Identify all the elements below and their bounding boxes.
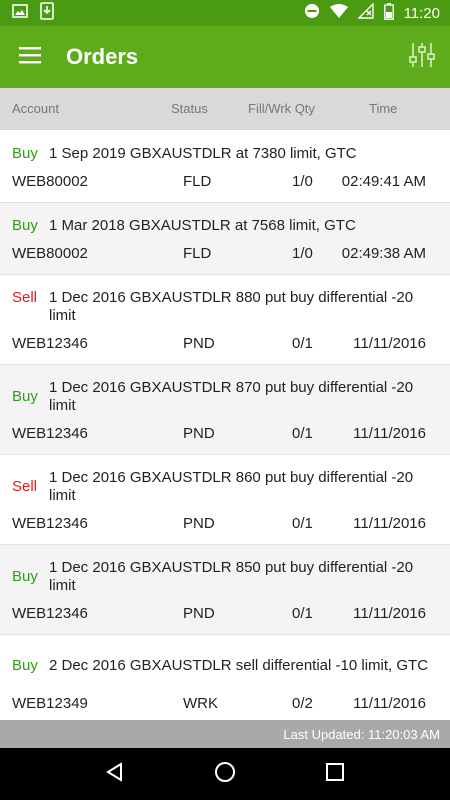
order-status: WRK (183, 695, 218, 712)
order-account: WEB80002 (12, 173, 88, 190)
menu-button[interactable] (0, 26, 60, 88)
order-description: 1 Sep 2019 GBXAUSTDLR at 7380 limit, GTC (49, 145, 357, 162)
system-nav-bar (0, 748, 450, 800)
home-icon (214, 761, 236, 788)
order-account: WEB12346 (12, 425, 88, 442)
order-row[interactable]: Sell 1 Dec 2016 GBXAUSTDLR 880 put buy d… (0, 275, 450, 365)
download-notification-icon (40, 1, 54, 25)
order-qty: 1/0 (292, 245, 313, 262)
order-qty: 0/1 (292, 425, 313, 442)
order-list: Buy 1 Sep 2019 GBXAUSTDLR at 7380 limit,… (0, 131, 450, 720)
order-time: 11/11/2016 (353, 335, 426, 352)
order-qty: 1/0 (292, 173, 313, 190)
image-notification-icon (12, 3, 28, 24)
order-time: 02:49:41 AM (341, 173, 426, 190)
home-button[interactable] (205, 754, 245, 794)
column-qty: Fill/Wrk Qty (248, 101, 315, 116)
recents-button[interactable] (315, 754, 355, 794)
order-row[interactable]: Buy 2 Dec 2016 GBXAUSTDLR sell different… (0, 635, 450, 720)
order-account: WEB12349 (12, 695, 88, 712)
order-description: 1 Dec 2016 GBXAUSTDLR 860 put buy differ… (49, 469, 414, 504)
page-title: Orders (66, 44, 139, 69)
order-account: WEB12346 (12, 335, 88, 352)
wifi-icon (329, 4, 348, 22)
order-side: Buy (12, 657, 38, 674)
order-row[interactable]: Buy 1 Sep 2019 GBXAUSTDLR at 7380 limit,… (0, 131, 450, 203)
order-qty: 0/1 (292, 605, 313, 622)
last-updated-text: Last Updated: 11:20:03 AM (283, 726, 440, 742)
column-header: Account Status Fill/Wrk Qty Time (0, 88, 450, 130)
recents-icon (326, 762, 344, 786)
app-bar: Orders (0, 26, 450, 88)
do-not-disturb-icon (304, 3, 320, 23)
last-updated-bar: Last Updated: 11:20:03 AM (0, 720, 450, 748)
order-status: PND (183, 425, 215, 442)
order-description: 1 Mar 2018 GBXAUSTDLR at 7568 limit, GTC (49, 217, 356, 234)
status-time: 11:20 (403, 4, 440, 22)
order-status: PND (183, 605, 215, 622)
order-time: 11/11/2016 (353, 515, 426, 532)
order-description: 1 Dec 2016 GBXAUSTDLR 870 put buy differ… (49, 379, 414, 414)
order-qty: 0/1 (292, 335, 313, 352)
order-status: FLD (183, 173, 212, 190)
order-row[interactable]: Sell 1 Dec 2016 GBXAUSTDLR 860 put buy d… (0, 455, 450, 545)
order-row[interactable]: Buy 1 Dec 2016 GBXAUSTDLR 850 put buy di… (0, 545, 450, 635)
order-status: PND (183, 515, 215, 532)
order-side: Buy (12, 388, 38, 405)
order-row[interactable]: Buy 1 Dec 2016 GBXAUSTDLR 870 put buy di… (0, 365, 450, 455)
order-status: PND (183, 335, 215, 352)
column-status: Status (171, 101, 208, 116)
order-side: Sell (12, 289, 38, 306)
order-time: 11/11/2016 (353, 425, 426, 442)
order-account: WEB12346 (12, 515, 88, 532)
order-status: FLD (183, 245, 212, 262)
no-signal-icon (356, 2, 374, 23)
back-button[interactable] (95, 754, 135, 794)
order-qty: 0/2 (292, 695, 313, 712)
battery-icon (383, 2, 394, 24)
order-row[interactable]: Buy 1 Mar 2018 GBXAUSTDLR at 7568 limit,… (0, 203, 450, 275)
column-time: Time (369, 101, 398, 116)
order-description: 1 Dec 2016 GBXAUSTDLR 880 put buy differ… (49, 289, 414, 324)
order-time: 11/11/2016 (353, 695, 426, 712)
order-account: WEB12346 (12, 605, 88, 622)
order-description: 2 Dec 2016 GBXAUSTDLR sell differential … (49, 657, 429, 674)
sliders-icon (409, 41, 435, 74)
order-time: 02:49:38 AM (341, 245, 426, 262)
order-time: 11/11/2016 (353, 605, 426, 622)
order-side: Buy (12, 568, 38, 585)
order-account: WEB80002 (12, 245, 88, 262)
order-side: Buy (12, 217, 38, 234)
order-description: 1 Dec 2016 GBXAUSTDLR 850 put buy differ… (49, 559, 414, 594)
filter-button[interactable] (394, 26, 450, 88)
order-qty: 0/1 (292, 515, 313, 532)
order-side: Buy (12, 145, 38, 162)
menu-icon (19, 46, 41, 69)
status-bar: 11:20 (0, 0, 450, 26)
column-account: Account (12, 101, 59, 116)
order-side: Sell (12, 478, 38, 495)
back-icon (105, 761, 125, 787)
